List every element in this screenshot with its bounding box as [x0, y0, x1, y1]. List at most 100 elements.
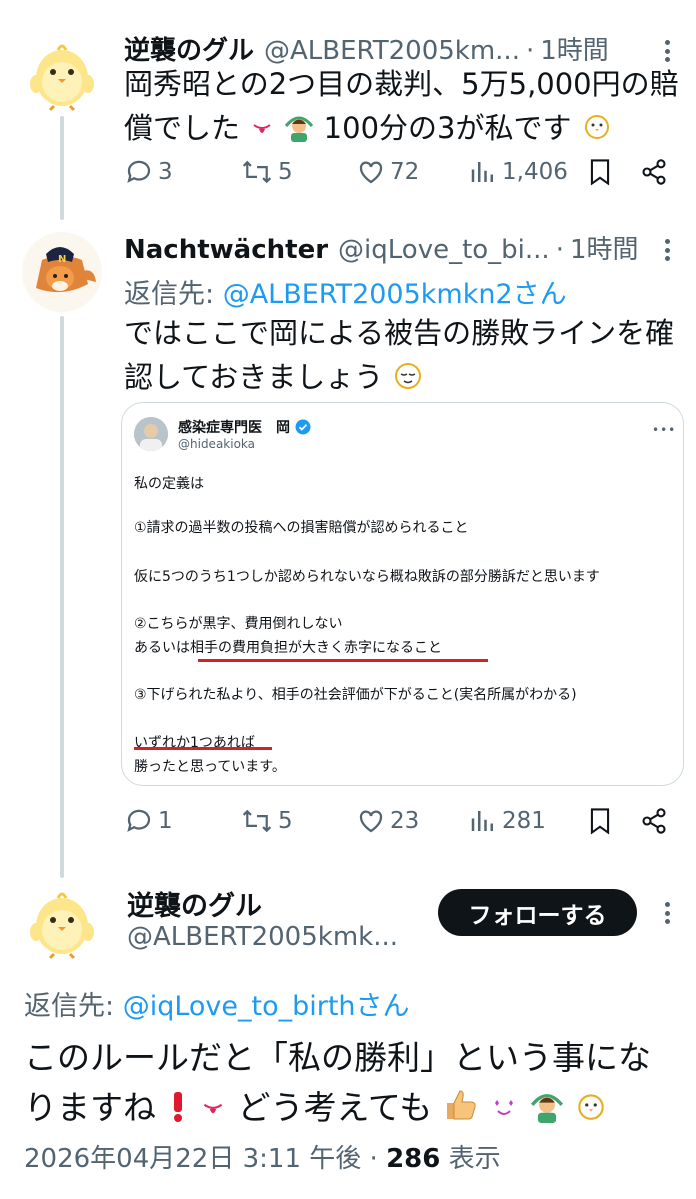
- reply-button[interactable]: 3: [124, 157, 173, 187]
- tongue-face-icon: [199, 1087, 227, 1137]
- embedded-avatar: [134, 417, 168, 451]
- share-button[interactable]: [640, 157, 668, 187]
- avatar[interactable]: [22, 880, 102, 960]
- tweet-text-line: 認しておきましょう: [124, 355, 684, 403]
- repost-button[interactable]: 5: [240, 157, 293, 187]
- reply-icon: [127, 160, 151, 183]
- red-underline: [134, 747, 272, 750]
- author-name[interactable]: 逆襲のグル: [127, 884, 262, 923]
- author-handle[interactable]: @iqLove_to_bi...: [338, 235, 550, 265]
- views-count: 286: [386, 1144, 441, 1174]
- embedded-more-icon: •••: [652, 423, 677, 437]
- more-options-icon[interactable]: [656, 235, 678, 265]
- thread-line: [60, 116, 64, 220]
- like-count: 23: [390, 808, 420, 834]
- embedded-text-line: ②こちらが黒字、費用倒れしない: [134, 616, 343, 632]
- red-underline: [198, 659, 488, 662]
- repost-count: 5: [278, 808, 293, 834]
- share-icon: [642, 159, 666, 185]
- views-count: 281: [502, 808, 546, 834]
- tweet-text-segment: 償でした: [124, 111, 241, 145]
- tweet-text-line: りますね どう考えても: [24, 1083, 674, 1137]
- repost-count: 5: [278, 159, 293, 185]
- tweet-header: Nachtwächter @iqLove_to_bi... · 1時間: [124, 229, 639, 266]
- tweet-actions: 1 5 23 281: [124, 806, 674, 846]
- embedded-author-handle: @hideakioka: [178, 437, 256, 451]
- avatar[interactable]: [22, 32, 102, 112]
- author-name[interactable]: Nachtwächter: [124, 235, 328, 265]
- verified-badge-icon: [295, 419, 311, 439]
- views-label: 表示: [448, 1144, 501, 1174]
- post-date[interactable]: 2026年04月22日 3:11 午後: [24, 1144, 361, 1174]
- replying-to: 返信先: @ALBERT2005kmkn2さん: [124, 272, 567, 311]
- thumbs-up-icon: [443, 1087, 479, 1137]
- reply-button[interactable]: 1: [124, 806, 173, 836]
- tweet-text-segment: りますね: [24, 1088, 156, 1127]
- views-button[interactable]: 1,406: [468, 157, 568, 187]
- embedded-author-name: 感染症専門医 岡: [178, 417, 311, 439]
- avatar[interactable]: N: [22, 232, 102, 312]
- reply-count: 1: [158, 808, 173, 834]
- views-count: 1,406: [502, 159, 568, 185]
- repost-button[interactable]: 5: [240, 806, 293, 836]
- like-button[interactable]: 23: [356, 806, 419, 836]
- tweet-actions: 3 5 72 1,406: [124, 157, 674, 197]
- reply-count: 3: [158, 159, 173, 185]
- tweet-text: 岡秀昭との2つ目の裁判、5万5,000円の賠 償でした 100分の3が私です: [124, 62, 684, 154]
- svg-text:N: N: [58, 254, 66, 265]
- repost-icon: [242, 809, 272, 833]
- tweet-text-line: ではここで岡による被告の勝敗ラインを確: [124, 316, 675, 350]
- heart-eyes-icon: [489, 1087, 519, 1137]
- embedded-text-line: ③下げられた私より、相手の社会評価が下がること(実名所属がわかる): [134, 687, 577, 703]
- timestamp[interactable]: 1時間: [570, 229, 639, 266]
- analytics-icon: [471, 162, 493, 182]
- tongue-face-icon: [249, 110, 275, 154]
- tweet-footer: 2026年04月22日 3:11 午後 · 286 表示: [24, 1138, 501, 1175]
- embedded-name-text: 感染症専門医 岡: [178, 420, 290, 436]
- tweet-text-line: 償でした 100分の3が私です: [124, 106, 684, 154]
- heart-icon: [359, 161, 383, 184]
- separator-dot: ·: [555, 235, 564, 265]
- like-count: 72: [390, 159, 420, 185]
- tweet-text-line: 岡秀昭との2つ目の裁判、5万5,000円の賠: [124, 67, 679, 101]
- replying-to-link[interactable]: @ALBERT2005kmkn2さん: [223, 279, 567, 310]
- follow-button[interactable]: フォローする: [438, 889, 637, 936]
- exclamation-icon: [167, 1087, 189, 1137]
- repost-icon: [242, 160, 272, 184]
- embedded-text-line: 仮に5つのうち1つしか認められないなら概ね敗訴の部分勝訴だと思います: [134, 569, 600, 585]
- tweet-text: このルールだと「私の勝利」という事にな りますね どう考えても: [24, 1033, 674, 1137]
- more-options-icon[interactable]: [656, 898, 678, 928]
- like-button[interactable]: 72: [356, 157, 419, 187]
- replying-prefix: 返信先:: [124, 279, 223, 310]
- author-handle[interactable]: @ALBERT2005kmk...: [127, 922, 398, 952]
- person-gesturing-ok-icon: [530, 1087, 564, 1137]
- embedded-text-line: 勝ったと思っています。: [134, 759, 286, 775]
- tweet-text-segment: 認しておきましょう: [124, 360, 384, 394]
- separator-dot: ·: [369, 1144, 387, 1174]
- tweet-text-line: このルールだと「私の勝利」という事にな: [24, 1038, 651, 1077]
- tweet-text-segment: どう考えても: [237, 1088, 433, 1127]
- views-button[interactable]: 281: [468, 806, 546, 836]
- tweet-text-segment: 100分の3が私です: [323, 111, 572, 145]
- replying-to-link[interactable]: @iqLove_to_birthさん: [123, 991, 410, 1022]
- baby-chick-icon: [574, 1087, 608, 1137]
- bookmark-button[interactable]: [586, 157, 614, 187]
- tweet-text: ではここで岡による被告の勝敗ラインを確 認しておきましょう: [124, 311, 684, 403]
- embedded-text-line: 私の定義は: [134, 476, 204, 492]
- bookmark-button[interactable]: [586, 806, 614, 836]
- replying-to: 返信先: @iqLove_to_birthさん: [24, 984, 410, 1023]
- embedded-image[interactable]: 感染症専門医 岡 @hideakioka ••• 私の定義は ①請求の過半数の投…: [121, 402, 684, 786]
- heart-icon: [359, 810, 383, 833]
- thread-line: [60, 316, 64, 878]
- analytics-icon: [471, 811, 493, 831]
- reply-icon: [127, 809, 151, 832]
- embedded-text-line: あるいは相手の費用負担が大きく赤字になること: [134, 640, 442, 656]
- replying-prefix: 返信先:: [24, 991, 123, 1022]
- bookmark-icon: [590, 159, 610, 186]
- person-gesturing-ok-icon: [284, 110, 314, 154]
- bookmark-icon: [590, 808, 610, 835]
- baby-chick-icon: [581, 110, 613, 154]
- share-button[interactable]: [640, 806, 668, 836]
- share-icon: [642, 808, 666, 834]
- relieved-face-icon: [392, 359, 424, 403]
